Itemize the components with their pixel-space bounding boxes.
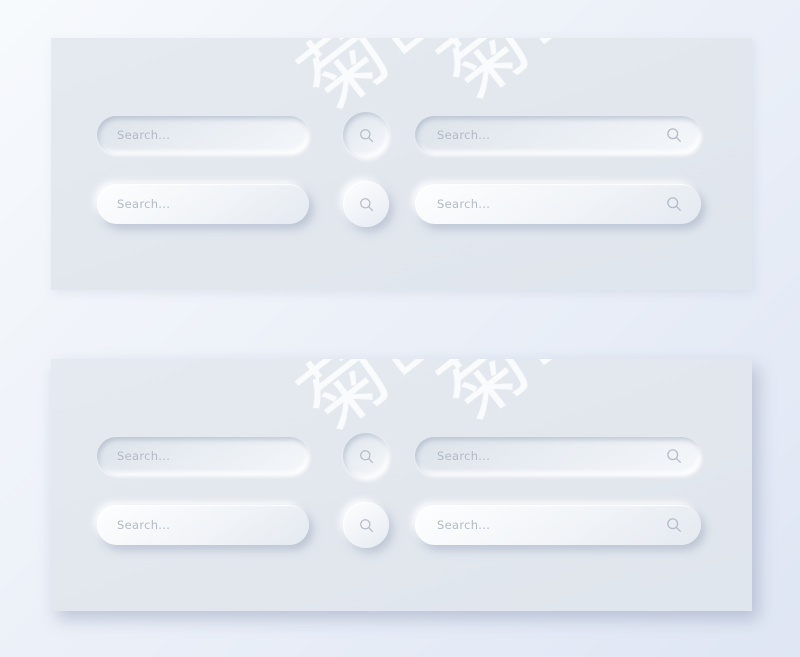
search-bar-inset-with-icon[interactable]: Search... xyxy=(415,116,701,154)
search-input-placeholder: Search... xyxy=(117,197,171,211)
search-icon[interactable] xyxy=(665,195,683,213)
search-icon xyxy=(358,196,375,213)
search-icon-button-inset[interactable] xyxy=(343,112,389,158)
search-icon[interactable] xyxy=(665,126,683,144)
watermark: 菊岛图库 菊岛图库 xyxy=(51,359,752,611)
watermark-text-line-2: 菊岛图库 xyxy=(422,38,752,120)
search-icon xyxy=(358,127,375,144)
search-bar-raised-with-icon[interactable]: Search... xyxy=(415,505,701,545)
search-bar-raised-with-icon[interactable]: Search... xyxy=(415,184,701,224)
search-input-placeholder: Search... xyxy=(117,518,171,532)
search-bar-inset-with-icon[interactable]: Search... xyxy=(415,437,701,475)
search-icon-button-raised[interactable] xyxy=(343,502,389,548)
panel-top-row-raised: Search... Search... xyxy=(97,181,701,227)
panel-bottom: 菊岛图库 菊岛图库 Search... Search... xyxy=(51,359,752,611)
panel-bottom-row-raised: Search... Search... xyxy=(97,502,701,548)
panel-top: 菊岛图库 菊岛图库 Search... Search... xyxy=(51,38,752,290)
search-bar-raised-plain[interactable]: Search... xyxy=(97,505,309,545)
search-input-placeholder: Search... xyxy=(437,518,491,532)
search-input-placeholder: Search... xyxy=(117,449,171,463)
search-icon-button-inset[interactable] xyxy=(343,433,389,479)
search-bar-inset-plain[interactable]: Search... xyxy=(97,437,309,475)
search-icon xyxy=(358,448,375,465)
watermark: 菊岛图库 菊岛图库 xyxy=(51,38,752,290)
search-input-placeholder: Search... xyxy=(437,449,491,463)
search-icon-button-raised[interactable] xyxy=(343,181,389,227)
search-bar-inset-plain[interactable]: Search... xyxy=(97,116,309,154)
panel-bottom-row-inset: Search... Search... xyxy=(97,433,701,479)
search-bar-raised-plain[interactable]: Search... xyxy=(97,184,309,224)
search-input-placeholder: Search... xyxy=(117,128,171,142)
search-input-placeholder: Search... xyxy=(437,128,491,142)
panel-top-row-inset: Search... Search... xyxy=(97,112,701,158)
search-input-placeholder: Search... xyxy=(437,197,491,211)
watermark-text-line-2: 菊岛图库 xyxy=(422,359,752,441)
search-icon[interactable] xyxy=(665,516,683,534)
search-icon[interactable] xyxy=(665,447,683,465)
search-icon xyxy=(358,517,375,534)
